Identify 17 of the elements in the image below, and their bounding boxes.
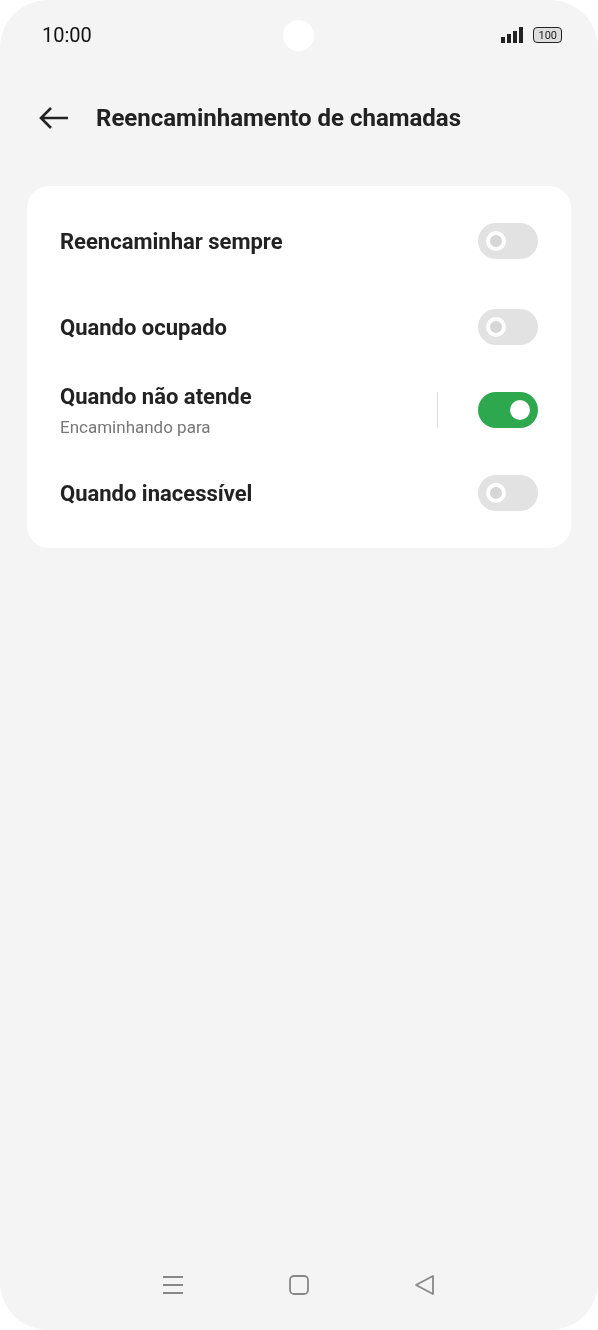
page-title: Reencaminhamento de chamadas [96, 104, 462, 132]
setting-label: Reencaminhar sempre [60, 228, 284, 254]
back-icon[interactable] [414, 1273, 436, 1296]
setting-label: Quando não atende [60, 383, 253, 409]
toggle-switch[interactable] [478, 392, 538, 428]
setting-label: Quando ocupado [60, 314, 229, 340]
status-time: 10:00 [42, 23, 92, 47]
toggle-switch[interactable] [478, 309, 538, 345]
home-icon[interactable] [288, 1273, 310, 1296]
battery-level: 100 [533, 27, 562, 43]
signal-icon [501, 27, 526, 43]
setting-label: Quando inacessível [60, 480, 254, 506]
menu-icon[interactable] [162, 1273, 184, 1296]
toggle-switch[interactable] [478, 475, 538, 511]
toggle-switch[interactable] [478, 223, 538, 259]
setting-subtitle: Encaminhando para [60, 416, 212, 437]
back-arrow-icon[interactable] [38, 106, 70, 130]
